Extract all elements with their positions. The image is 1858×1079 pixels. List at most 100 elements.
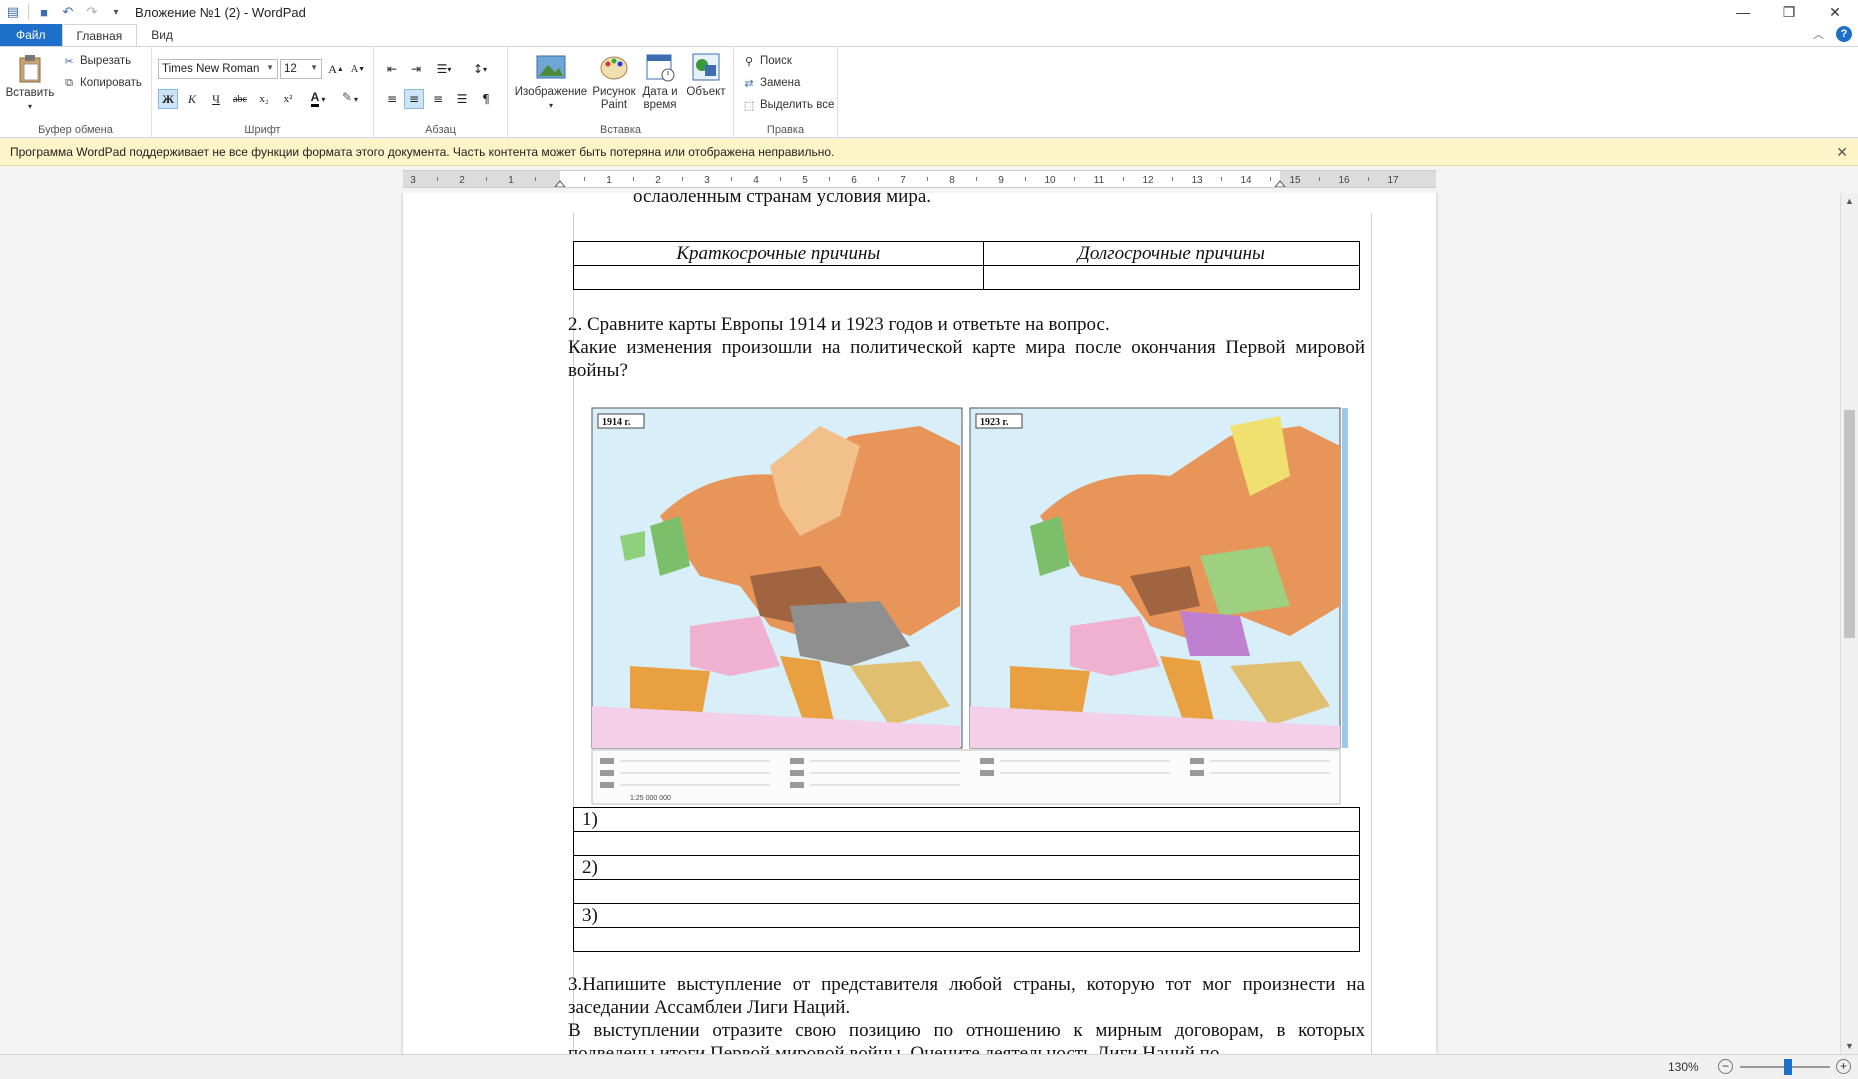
decrease-indent-button[interactable]: ⇤	[382, 59, 402, 79]
scroll-up-icon[interactable]: ▲	[1841, 193, 1858, 209]
answer-1-label[interactable]: 1)	[573, 807, 1360, 832]
warning-text: Программа WordPad поддерживает не все фу…	[10, 145, 835, 159]
scrollbar-thumb[interactable]	[1844, 410, 1855, 638]
line-spacing-button[interactable]: ↕ ▾	[466, 59, 494, 79]
ruler-tick-label: 15	[1289, 175, 1301, 186]
close-warning-icon[interactable]: ✕	[1836, 144, 1848, 161]
left-indent-marker[interactable]	[554, 180, 566, 187]
paint-drawing-button[interactable]: Рисунок Paint	[592, 51, 636, 112]
cut-button[interactable]: ✂ Вырезать	[62, 54, 131, 68]
question-2-line-2: Какие изменения произошли на политическо…	[568, 337, 1365, 381]
find-button[interactable]: ⚲ Поиск	[742, 54, 792, 68]
date-time-button[interactable]: Дата и время	[638, 51, 682, 112]
font-family-select[interactable]: Times New Roman ▼	[158, 59, 278, 79]
select-all-label: Выделить все	[760, 99, 835, 111]
justify-button[interactable]: ☰	[452, 89, 472, 109]
ruler[interactable]: 3 2 1 1 2 3 4 5 6 7 8 9 10 11 12 13 14 15 16 17	[403, 170, 1436, 188]
paint-label-1: Рисунок	[592, 86, 636, 98]
table-cell[interactable]	[573, 927, 1360, 952]
table-header-short-term[interactable]: Краткосрочные причины	[573, 241, 984, 266]
answer-2-label[interactable]: 2)	[573, 855, 1360, 880]
help-icon[interactable]: ?	[1836, 26, 1852, 42]
document-page[interactable]: ослабленным странам условия мира. Кратко…	[403, 193, 1436, 1054]
insert-object-label: Объект	[686, 86, 726, 98]
right-indent-marker[interactable]	[1274, 180, 1286, 187]
paste-button[interactable]: Вставить ▾	[6, 52, 54, 113]
underline-button[interactable]: Ч	[206, 89, 226, 109]
map-1914-label: 1914 г.	[602, 417, 631, 428]
document-area[interactable]: ослабленным странам условия мира. Кратко…	[0, 193, 1840, 1054]
redo-icon[interactable]: ↷	[83, 3, 101, 21]
tab-view[interactable]: Вид	[137, 24, 187, 46]
font-group-label: Шрифт	[244, 124, 281, 136]
copy-button[interactable]: ⧉ Копировать	[62, 76, 142, 90]
align-right-button[interactable]: ≡	[428, 89, 448, 109]
paragraph-group-label: Абзац	[425, 124, 456, 136]
title-bar: ▤ ■ ↶ ↷ ▾ Вложение №1 (2) - WordPad — ❐ …	[0, 0, 1858, 24]
tab-home[interactable]: Главная	[61, 24, 138, 46]
question-2: 2. Сравните карты Европы 1914 и 1923 год…	[568, 313, 1365, 382]
editing-group-label: Правка	[766, 124, 805, 136]
shrink-font-button[interactable]: A ▼	[348, 59, 368, 79]
ruler-tick-label: 13	[1191, 175, 1203, 186]
editing-group: ⚲ Поиск ⇄ Замена ⬚ Выделить все Правка	[734, 47, 838, 139]
replace-icon: ⇄	[744, 77, 754, 90]
copy-icon: ⧉	[65, 76, 73, 89]
text-color-button[interactable]: A ▾	[304, 89, 332, 109]
replace-button[interactable]: ⇄ Замена	[742, 76, 800, 90]
tab-file[interactable]: Файл	[0, 24, 62, 46]
bullets-button[interactable]: ☰ ▾	[430, 59, 458, 79]
subscript-button[interactable]: x₂	[254, 89, 274, 109]
zoom-in-icon[interactable]: +	[1836, 1059, 1851, 1074]
close-button[interactable]: ✕	[1812, 0, 1858, 24]
table-row: 2)	[573, 855, 1360, 880]
europe-maps-image[interactable]: 1914 г. 1923 г. 1:25 000 000	[590, 406, 1350, 806]
highlight-color-button[interactable]: ✎ ▾	[336, 89, 364, 109]
table-row	[573, 927, 1360, 952]
font-size-select[interactable]: 12 ▼	[280, 59, 322, 79]
map-scale-label: 1:25 000 000	[630, 795, 671, 802]
align-left-button[interactable]: ≡	[382, 89, 402, 109]
answer-3-label[interactable]: 3)	[573, 903, 1360, 928]
table-cell[interactable]	[982, 265, 1361, 290]
zoom-slider-thumb[interactable]	[1784, 1059, 1792, 1075]
insert-image-button[interactable]: Изображение ▾	[514, 51, 588, 112]
insert-object-button[interactable]: Объект	[684, 51, 728, 99]
select-all-button[interactable]: ⬚ Выделить все	[742, 98, 835, 112]
align-center-button[interactable]: ≡	[404, 89, 424, 109]
zoom-out-icon[interactable]: −	[1718, 1059, 1733, 1074]
table-row	[573, 831, 1360, 856]
window-title: Вложение №1 (2) - WordPad	[135, 4, 306, 20]
italic-button[interactable]: К	[182, 89, 202, 109]
table-cell[interactable]	[573, 879, 1360, 904]
undo-icon[interactable]: ↶	[59, 3, 77, 21]
text-color-icon: A	[310, 91, 320, 107]
scroll-down-icon[interactable]: ▼	[1841, 1038, 1858, 1054]
insert-group: Изображение ▾ Рисунок Paint Дата и время	[508, 47, 734, 139]
ruler-tick-label: 1	[508, 175, 514, 186]
bold-button[interactable]: Ж	[158, 89, 178, 109]
paste-dropdown-icon[interactable]: ▾	[28, 100, 32, 113]
strikethrough-button[interactable]: abc	[230, 89, 250, 109]
collapse-ribbon-icon[interactable]: ︿	[1813, 26, 1824, 42]
ruler-tick-label: 1	[606, 175, 612, 186]
grow-font-button[interactable]: A ▲	[326, 59, 346, 79]
table-cell[interactable]	[573, 265, 984, 290]
causes-table[interactable]: Краткосрочные причины Долгосрочные причи…	[573, 241, 1361, 290]
ruler-tick-label: 9	[998, 175, 1004, 186]
customize-qat-icon[interactable]: ▾	[107, 3, 125, 21]
image-icon	[536, 55, 566, 79]
paragraph-settings-button[interactable]: ¶	[476, 89, 496, 109]
answers-table[interactable]: 1) 2) 3)	[573, 807, 1360, 952]
table-header-long-term[interactable]: Долгосрочные причины	[982, 241, 1361, 266]
increase-indent-button[interactable]: ⇥	[406, 59, 426, 79]
superscript-button[interactable]: x²	[278, 89, 298, 109]
vertical-scrollbar[interactable]: ▲ ▼	[1840, 193, 1858, 1054]
table-cell[interactable]	[573, 831, 1360, 856]
maximize-button[interactable]: ❐	[1766, 0, 1812, 24]
question-3-line-2: В выступлении отразите свою позицию по о…	[568, 1020, 1365, 1054]
save-icon[interactable]: ■	[35, 3, 53, 21]
minimize-button[interactable]: —	[1720, 0, 1766, 24]
wordpad-app-icon[interactable]: ▤	[4, 3, 22, 21]
previous-line-text: ослабленным странам условия мира.	[633, 193, 931, 207]
